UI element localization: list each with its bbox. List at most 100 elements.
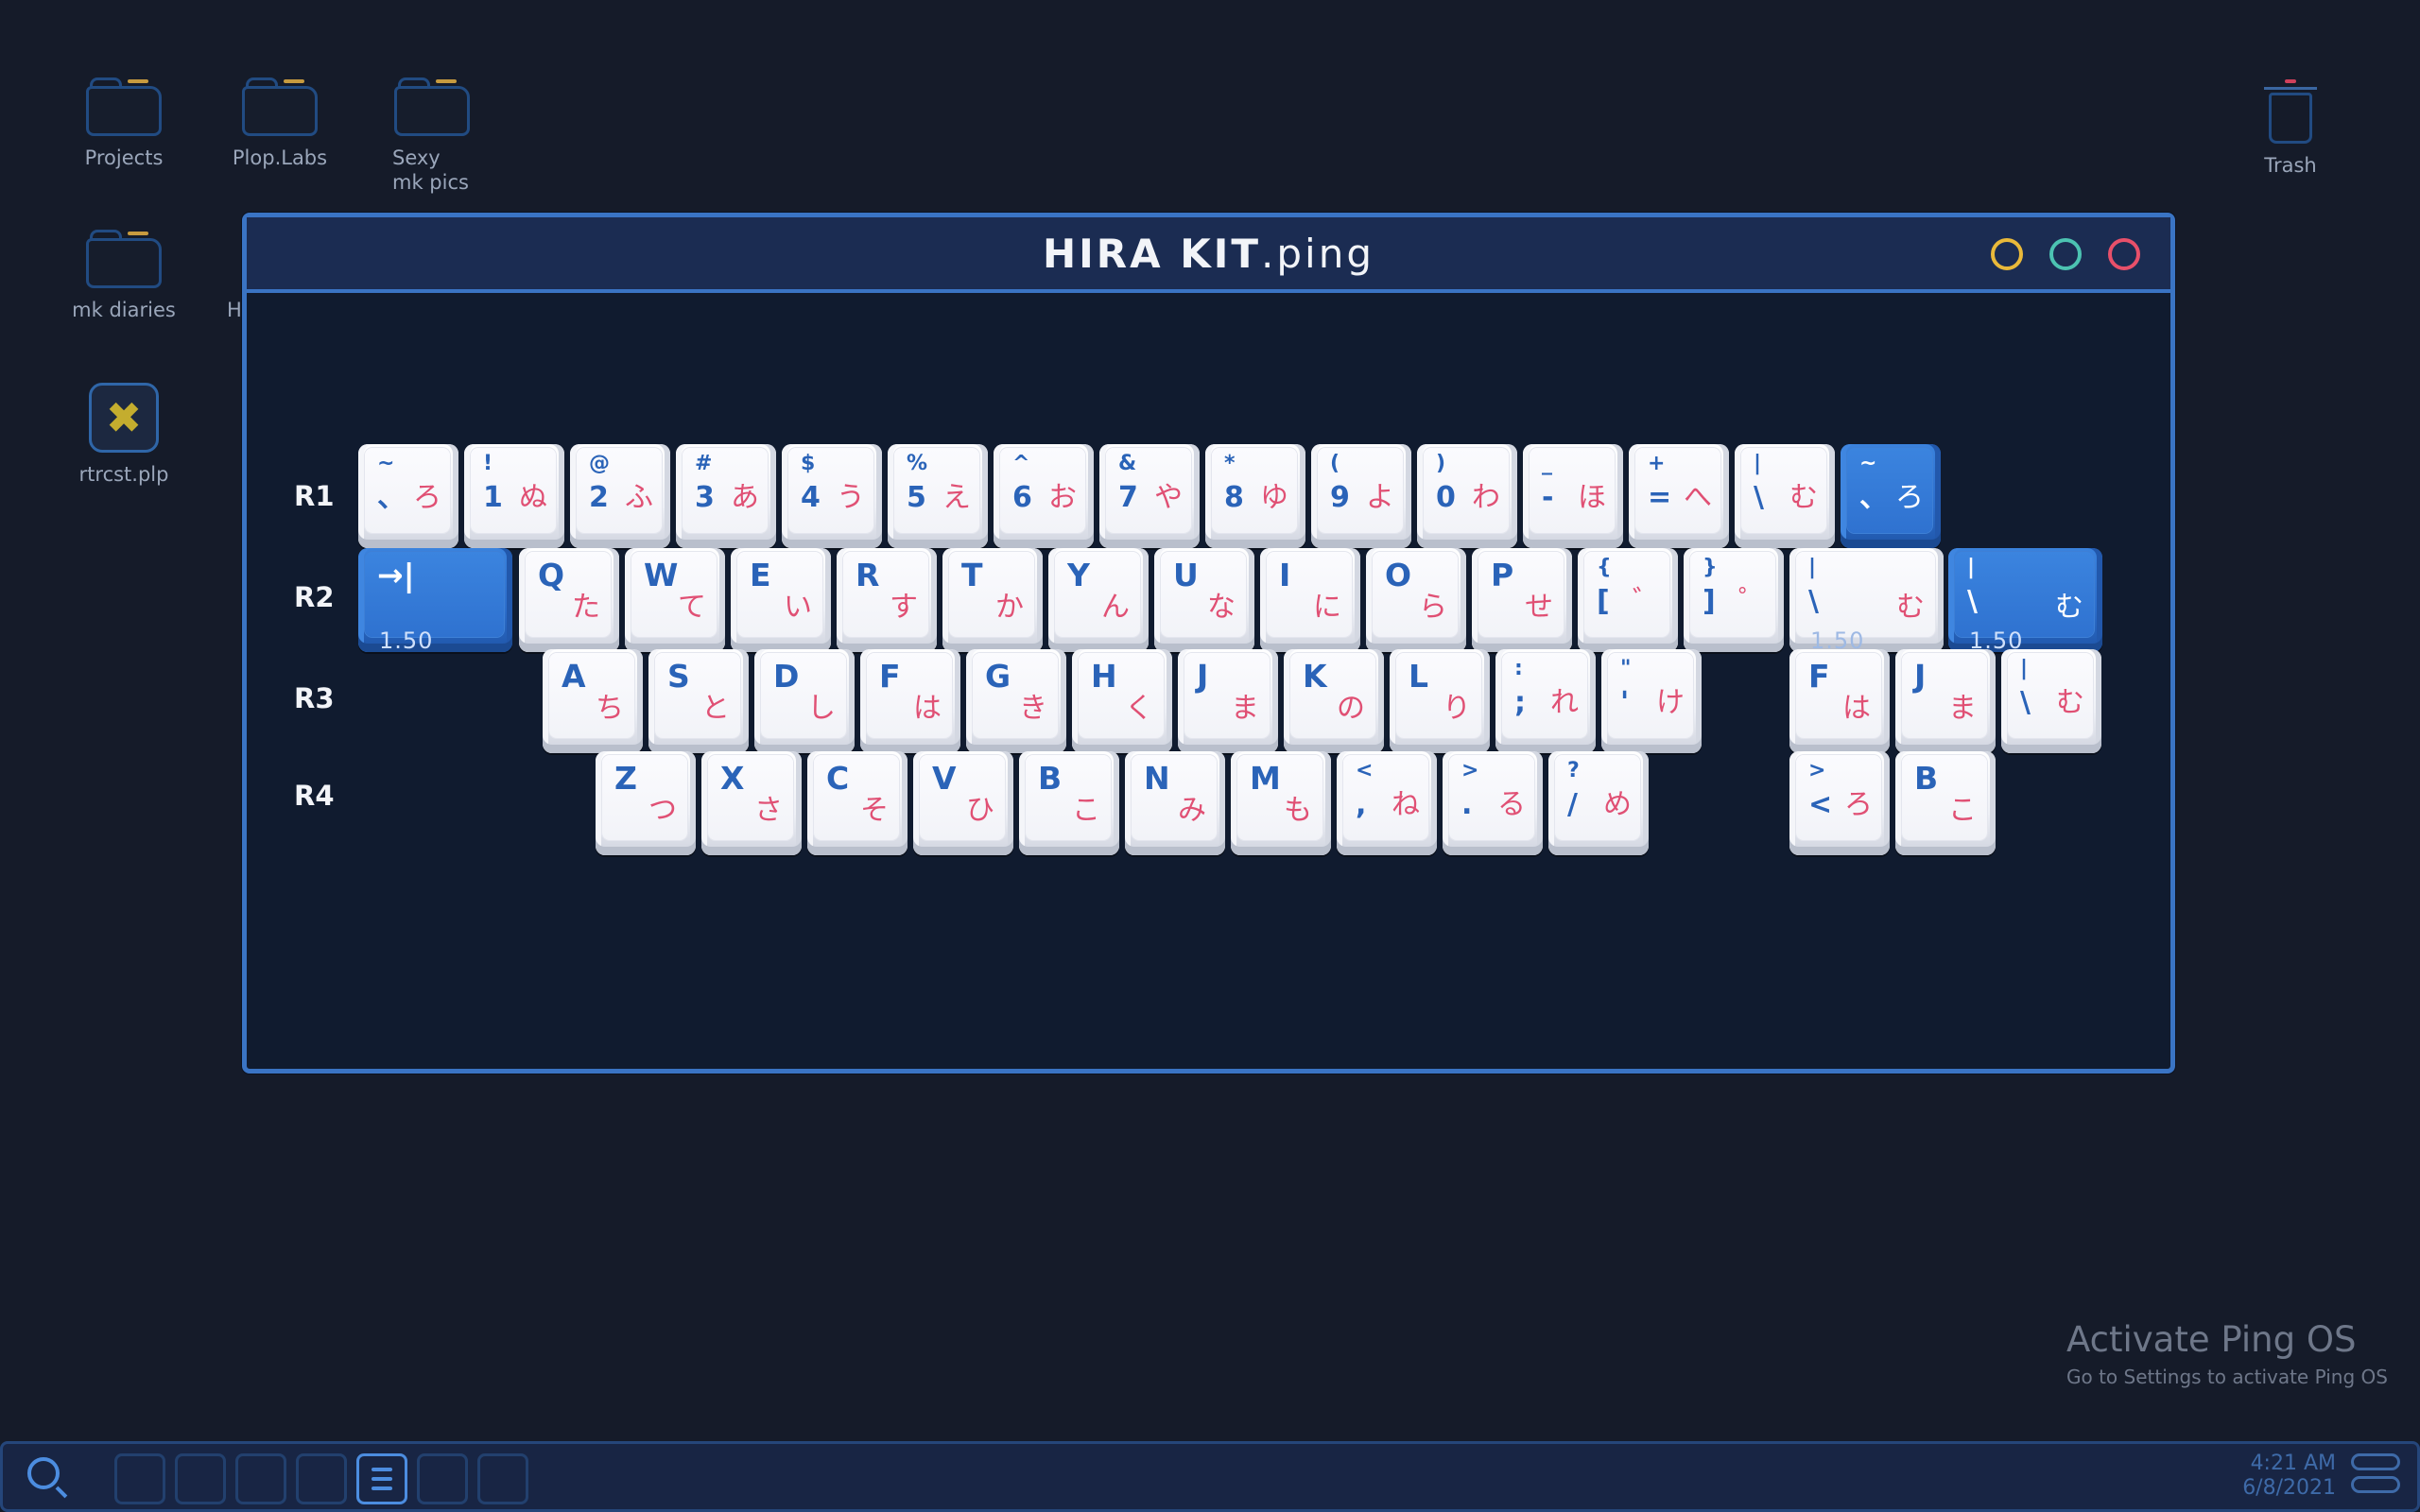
desktop-icon-trash[interactable]: Trash: [2229, 77, 2352, 178]
desktop-icon-projects[interactable]: Projects: [62, 77, 185, 170]
maximize-button[interactable]: [2049, 238, 2082, 270]
legend-letter: F: [1808, 658, 1830, 695]
image-viewer-window[interactable]: HIRA KIT.ping R1 R2 R3 R4 ~、ろ! 1 ぬ @2 ふ #3 あ $4…: [242, 213, 2175, 1074]
legend-kana: も: [1284, 794, 1312, 827]
row-label: R2: [294, 581, 335, 613]
keycap: ~ 、ろ: [1841, 444, 1941, 548]
close-button[interactable]: [2108, 238, 2140, 270]
desktop-icon-label: rtrcst.plp: [78, 463, 169, 486]
legend-kana: け: [1656, 686, 1685, 719]
legend-kana: せ: [1525, 591, 1553, 624]
legend-base: [: [1597, 585, 1610, 618]
legend-shift: |: [1967, 556, 1976, 579]
notification-tray-icon[interactable]: [2351, 1453, 2400, 1501]
legend-kana: ん: [1101, 591, 1130, 624]
legend-kana: む: [2056, 686, 2084, 719]
keycap: (9 よ: [1311, 444, 1411, 548]
legend-base: .: [1461, 788, 1473, 821]
minimize-button[interactable]: [1991, 238, 2023, 270]
legend-base: =: [1648, 481, 1672, 514]
keycap: Pせ: [1472, 548, 1572, 652]
taskbar-slot[interactable]: [417, 1453, 468, 1504]
desktop-icon-mk-diaries[interactable]: mk diaries: [62, 230, 185, 322]
legend-letter: F: [879, 658, 901, 695]
legend-shift: #: [695, 452, 713, 475]
legend-letter: K: [1303, 658, 1327, 695]
legend-letter: Q: [538, 557, 565, 593]
keycap: ^ 6 お: [994, 444, 1094, 548]
legend-base: \: [1754, 481, 1764, 514]
keycap: <, ね: [1337, 751, 1437, 855]
keycap: Jま: [1178, 649, 1278, 753]
keycap: | \ む: [1735, 444, 1835, 548]
legend-base: 6: [1012, 481, 1032, 514]
legend-letter: U: [1173, 557, 1199, 593]
legend-base: 2: [589, 481, 609, 514]
legend-base: 、: [377, 481, 406, 514]
keycap: >. る: [1443, 751, 1543, 855]
legend-kana: あ: [731, 481, 759, 514]
taskbar-slot[interactable]: [235, 1453, 286, 1504]
trash-icon: [2264, 77, 2317, 144]
keycap: Vひ: [913, 751, 1013, 855]
legend-base: /: [1567, 788, 1578, 821]
legend-letter: H: [1091, 658, 1117, 695]
desktop-icon-plop-labs[interactable]: Plop.Labs: [218, 77, 341, 170]
keycap: Fは: [860, 649, 960, 753]
legend-base: 5: [907, 481, 926, 514]
desktop-icon-label: Projects: [84, 146, 164, 169]
legend-kana: む: [1896, 591, 1925, 624]
keycap: " ' け: [1601, 649, 1702, 753]
legend-kana: ま: [1231, 692, 1259, 725]
legend-kana: そ: [860, 794, 889, 827]
search-icon[interactable]: [27, 1457, 69, 1499]
legend-letter: E: [750, 557, 771, 593]
keycap: Xさ: [701, 751, 802, 855]
legend-kana: お: [1048, 481, 1077, 514]
window-title: HIRA KIT.ping: [1042, 230, 1375, 277]
keycap: ? / め: [1548, 751, 1649, 855]
desktop-icon-rtrcst[interactable]: ✖ rtrcst.plp: [62, 383, 185, 487]
folder-icon: [86, 77, 162, 136]
keycap: Mも: [1231, 751, 1331, 855]
keycap: Lり: [1390, 649, 1490, 753]
keycap: Rす: [837, 548, 937, 652]
keycap: @2 ふ: [570, 444, 670, 548]
key-size-label: 1.50: [379, 627, 434, 654]
activation-watermark: Activate Ping OS Go to Settings to activ…: [2066, 1319, 2388, 1388]
taskbar-slot[interactable]: [296, 1453, 347, 1504]
legend-shift: &: [1118, 452, 1137, 475]
legend-kana: ほ: [1578, 481, 1606, 514]
legend-shift: |: [1754, 452, 1762, 475]
taskbar-slot[interactable]: [114, 1453, 165, 1504]
legend-shift: >: [1808, 759, 1826, 782]
legend-kana: て: [678, 591, 706, 624]
legend-letter: B: [1914, 760, 1939, 797]
legend-letter: Y: [1067, 557, 1090, 593]
legend-letter: N: [1144, 760, 1170, 797]
row-label: R4: [294, 780, 335, 812]
legend-base: ;: [1514, 686, 1526, 719]
legend-kana: む: [1789, 481, 1818, 514]
legend-kana: ひ: [966, 794, 994, 827]
legend-kana: な: [1207, 591, 1236, 624]
row-label: R1: [294, 480, 335, 512]
clock[interactable]: 4:21 AM 6/8/2021: [2242, 1452, 2336, 1501]
legend-shift: <: [1356, 759, 1374, 782]
keycap: Gき: [966, 649, 1066, 753]
desktop-icon-sexy-mk-pics[interactable]: Sexy mk pics: [371, 77, 493, 195]
keycap: Qた: [519, 548, 619, 652]
taskbar-slot[interactable]: [477, 1453, 528, 1504]
desktop-icon-partial[interactable]: H: [170, 230, 246, 322]
legend-kana: つ: [648, 794, 677, 827]
taskbar-slot[interactable]: [175, 1453, 226, 1504]
keycap: Yん: [1048, 548, 1149, 652]
keycap: + = へ: [1629, 444, 1729, 548]
legend-shift: }: [1703, 556, 1718, 579]
legend-base: \: [1808, 585, 1819, 618]
legend-shift: ): [1436, 452, 1446, 475]
legend-shift: |: [1808, 556, 1817, 579]
keycap: * 8 ゆ: [1205, 444, 1305, 548]
window-titlebar[interactable]: HIRA KIT.ping: [247, 217, 2170, 293]
taskbar-app-active[interactable]: [356, 1453, 407, 1504]
